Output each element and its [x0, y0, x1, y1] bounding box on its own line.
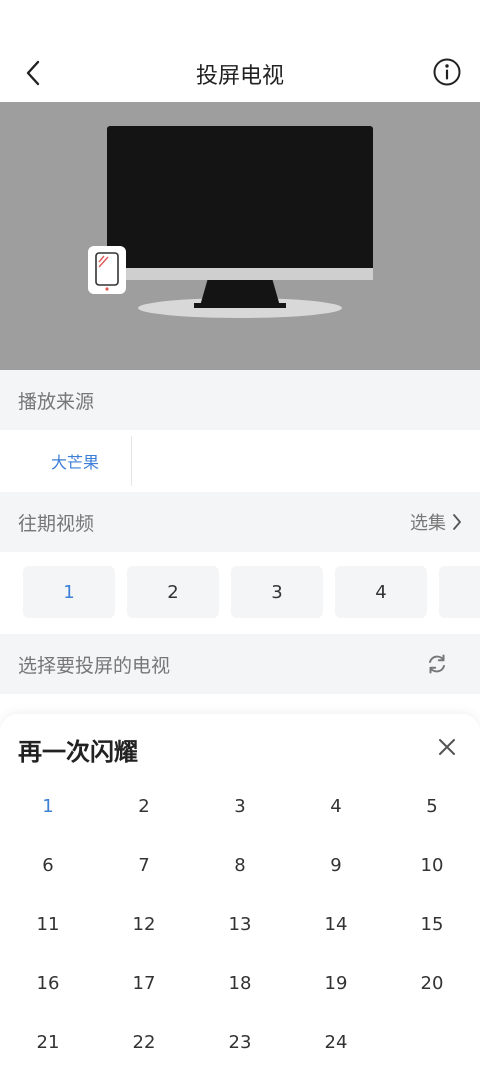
episode-number[interactable]: 5	[384, 786, 480, 826]
sheet-title: 再一次闪耀	[18, 738, 138, 766]
episode-number[interactable]: 23	[192, 1022, 288, 1062]
episode-number[interactable]: 11	[0, 904, 96, 944]
episode-number[interactable]: 14	[288, 904, 384, 944]
episode-number[interactable]: 13	[192, 904, 288, 944]
episode-chip[interactable]: 3	[231, 566, 323, 618]
episode-selector-sheet: 再一次闪耀 1 2 3 4 5 6 7 8 9 10 11 12 13 14 1…	[0, 714, 480, 1072]
close-button[interactable]	[436, 736, 458, 758]
episode-number[interactable]: 16	[0, 963, 96, 1003]
episode-number[interactable]: 4	[288, 786, 384, 826]
episode-number[interactable]: 17	[96, 963, 192, 1003]
episode-number[interactable]: 15	[384, 904, 480, 944]
tv-illustration	[88, 126, 373, 318]
device-section-title: 选择要投屏的电视	[18, 654, 171, 677]
episode-number[interactable]: 20	[384, 963, 480, 1003]
select-episodes-link[interactable]: 选集	[410, 509, 462, 535]
episode-number[interactable]: 3	[192, 786, 288, 826]
episode-number[interactable]: 22	[96, 1022, 192, 1062]
page-title: 投屏电视	[195, 64, 284, 89]
source-section-header: 播放来源	[0, 370, 480, 430]
refresh-icon	[429, 654, 445, 674]
cast-preview	[0, 102, 480, 370]
episode-number[interactable]: 1	[0, 786, 96, 826]
episode-number[interactable]: 2	[96, 786, 192, 826]
episode-number[interactable]: 12	[96, 904, 192, 944]
episode-number[interactable]: 8	[192, 845, 288, 885]
source-section-title: 播放来源	[18, 390, 95, 413]
top-bar: 投屏电视	[0, 0, 480, 102]
episode-number[interactable]: 7	[96, 845, 192, 885]
episode-number[interactable]: 19	[288, 963, 384, 1003]
phone-icon	[88, 246, 126, 294]
source-tab-damangguo[interactable]: 大芒果	[20, 430, 130, 492]
episodes-section-header: 往期视频 选集	[0, 492, 480, 552]
info-circle-icon	[433, 58, 461, 86]
device-section-header: 选择要投屏的电视	[0, 634, 480, 694]
close-icon	[439, 739, 455, 755]
refresh-button[interactable]	[426, 653, 448, 675]
episode-list: 1 2 3 4	[0, 552, 480, 634]
episode-chip-partial[interactable]	[439, 566, 480, 618]
episode-number[interactable]: 18	[192, 963, 288, 1003]
divider	[131, 436, 132, 486]
episode-number[interactable]: 24	[288, 1022, 384, 1062]
chevron-right-icon	[453, 514, 461, 530]
episode-number[interactable]: 21	[0, 1022, 96, 1062]
episode-number[interactable]: 9	[288, 845, 384, 885]
episode-chip[interactable]: 1	[23, 566, 115, 618]
episode-chip[interactable]: 2	[127, 566, 219, 618]
source-tabs: 大芒果	[0, 430, 480, 492]
info-button[interactable]	[432, 57, 462, 87]
select-episodes-label: 选集	[410, 513, 446, 534]
episodes-section-title: 往期视频	[18, 512, 95, 535]
episode-number[interactable]: 6	[0, 845, 96, 885]
episode-chip[interactable]: 4	[335, 566, 427, 618]
episode-number[interactable]: 10	[384, 845, 480, 885]
